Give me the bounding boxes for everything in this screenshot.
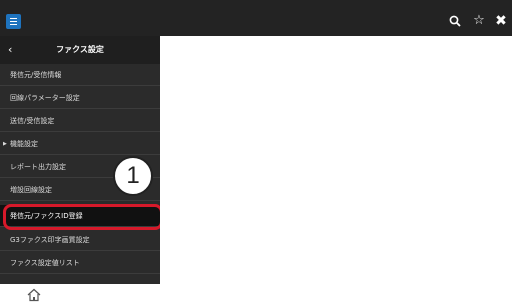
sidebar-item-label: 回線パラメーター設定	[10, 94, 80, 102]
sidebar-item-function-settings[interactable]: ▶ 機能設定	[0, 133, 160, 155]
sidebar-item-label: 機能設定	[10, 140, 38, 148]
expand-arrow-icon: ▶	[3, 141, 7, 147]
highlight-ring	[3, 204, 163, 230]
search-icon[interactable]	[447, 13, 463, 29]
step-number-badge: 1	[113, 156, 153, 196]
sidebar-item-label: ファクス設定値リスト	[10, 259, 80, 267]
sidebar-item-label: 発信元/受信情報	[10, 71, 62, 79]
sidebar-item-label: G3ファクス印字画質設定	[10, 236, 90, 244]
home-icon[interactable]	[26, 287, 42, 303]
sidebar-item-fax-settings-list[interactable]: ファクス設定値リスト	[0, 252, 160, 274]
star-icon[interactable]: ☆	[471, 13, 487, 29]
close-icon[interactable]: ✖	[493, 13, 509, 29]
menu-icon[interactable]	[6, 14, 21, 29]
sidebar-item-line-parameters[interactable]: 回線パラメーター設定	[0, 87, 160, 109]
main-content-area	[160, 36, 512, 284]
sidebar-item-label: レポート出力設定	[10, 163, 66, 171]
sidebar-item-send-receive-settings[interactable]: 送信/受信設定	[0, 110, 160, 132]
sidebar-item-label: 送信/受信設定	[10, 117, 55, 125]
sidebar-header: ‹ ファクス設定	[0, 36, 160, 64]
sidebar-title: ファクス設定	[56, 45, 104, 54]
sidebar-item-sender-reception-info[interactable]: 発信元/受信情報	[0, 64, 160, 86]
bottom-bar	[0, 284, 512, 306]
sidebar-item-g3-print-quality[interactable]: G3ファクス印字画質設定	[0, 229, 160, 251]
sidebar-item-label: 増設回線設定	[10, 186, 52, 194]
top-bar: ☆ ✖	[0, 0, 512, 36]
